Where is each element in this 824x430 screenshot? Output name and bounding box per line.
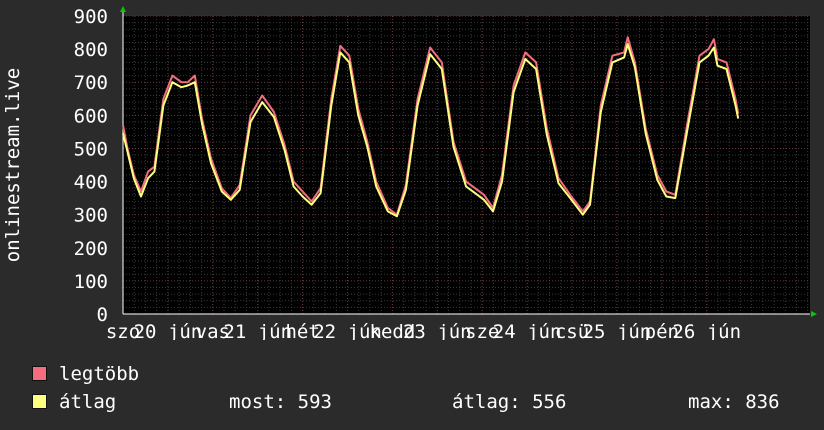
y-axis-arrow [120,6,126,12]
y-tick-label: 900 [74,6,108,28]
x-tick-label: 23 jún [403,321,472,340]
x-tick-label: 20 jún [134,321,203,340]
line-chart: 0100200300400500600700800900szo20 júnvas… [2,6,817,340]
y-tick-label: 200 [74,238,108,260]
stat-average-value: 556 [532,391,567,413]
y-tick-label: 100 [74,271,108,293]
stat-max-label: max: [688,391,734,413]
y-axis-title: onlinestream.live [2,68,24,262]
legend-swatch-max [32,366,47,381]
x-axis-arrow [811,311,817,317]
legend-item-avg: átlag most: 593 átlag: 556 max: 836 [32,390,822,414]
legend-label-max: legtöbb [59,363,140,385]
y-tick-label: 700 [74,72,108,94]
plot-area [123,16,810,314]
stat-average: átlag: 556 [452,390,566,414]
y-tick-label: 400 [74,172,108,194]
x-tick-label: 25 jún [583,321,652,340]
legend-swatch-avg [32,394,47,409]
y-tick-label: 600 [74,105,108,127]
y-tick-label: 500 [74,138,108,160]
y-tick-label: 300 [74,205,108,227]
stat-current: most: 593 [229,390,332,414]
stat-current-label: most: [229,391,287,413]
legend-item-max: legtöbb [32,362,139,386]
legend-label-avg: átlag [59,391,117,413]
y-tick-label: 800 [74,39,108,61]
stat-max: max: 836 [688,390,780,414]
chart-stage: 0 100 200 300 400 500 600 700 800 900 szo 20 jún vas… [0,0,824,430]
x-tick-label: 24 jún [493,321,562,340]
stat-average-label: átlag: [452,391,521,413]
stat-current-value: 593 [297,391,332,413]
x-tick-label: 21 jún [223,321,292,340]
x-tick-label: 26 jún [672,321,741,340]
stat-max-value: 836 [745,391,780,413]
